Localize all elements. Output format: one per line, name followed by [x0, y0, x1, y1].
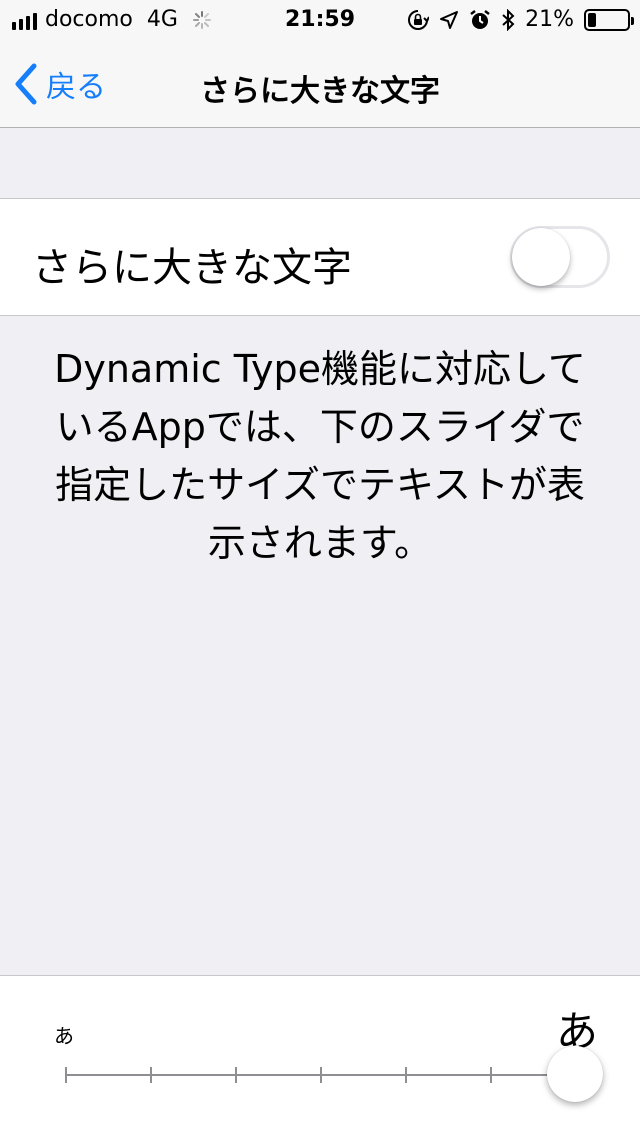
description-text: Dynamic Type機能に対応しているAppでは、下のスライダで指定したサイ…: [54, 347, 586, 565]
orientation-lock-icon: [408, 9, 430, 30]
slider-min-label: あ: [54, 1024, 74, 1048]
toggle-knob: [512, 228, 570, 286]
bluetooth-icon: [502, 8, 515, 31]
status-bar-right: 21%: [407, 7, 634, 32]
status-bar: docomo 4G 21:59 21%: [0, 0, 640, 40]
battery-icon: [584, 8, 634, 31]
slider-tick: [490, 1067, 492, 1083]
slider-tick: [235, 1067, 237, 1083]
slider-tick: [405, 1067, 407, 1083]
alarm-clock-icon: [470, 9, 490, 29]
location-arrow-icon: [440, 10, 459, 29]
slider-thumb[interactable]: [547, 1046, 603, 1102]
slider-tick: [65, 1067, 67, 1083]
battery-fill: [588, 12, 596, 27]
slider-tick: [150, 1067, 152, 1083]
navigation-bar: 戻る さらに大きな文字: [0, 40, 640, 128]
battery-percent: 21%: [525, 7, 574, 32]
battery-tip: [631, 16, 634, 25]
larger-text-toggle[interactable]: [510, 226, 610, 288]
slider-tick: [320, 1067, 322, 1083]
larger-text-cell: さらに大きな文字: [0, 198, 640, 316]
text-size-slider-panel: あ あ: [0, 975, 640, 1136]
screen: docomo 4G 21:59 21% 戻る さらに大きな文字 さらに大きな文字…: [0, 0, 640, 1136]
larger-text-label: さらに大きな文字: [32, 245, 352, 291]
page-title: さらに大きな文字: [200, 74, 440, 109]
